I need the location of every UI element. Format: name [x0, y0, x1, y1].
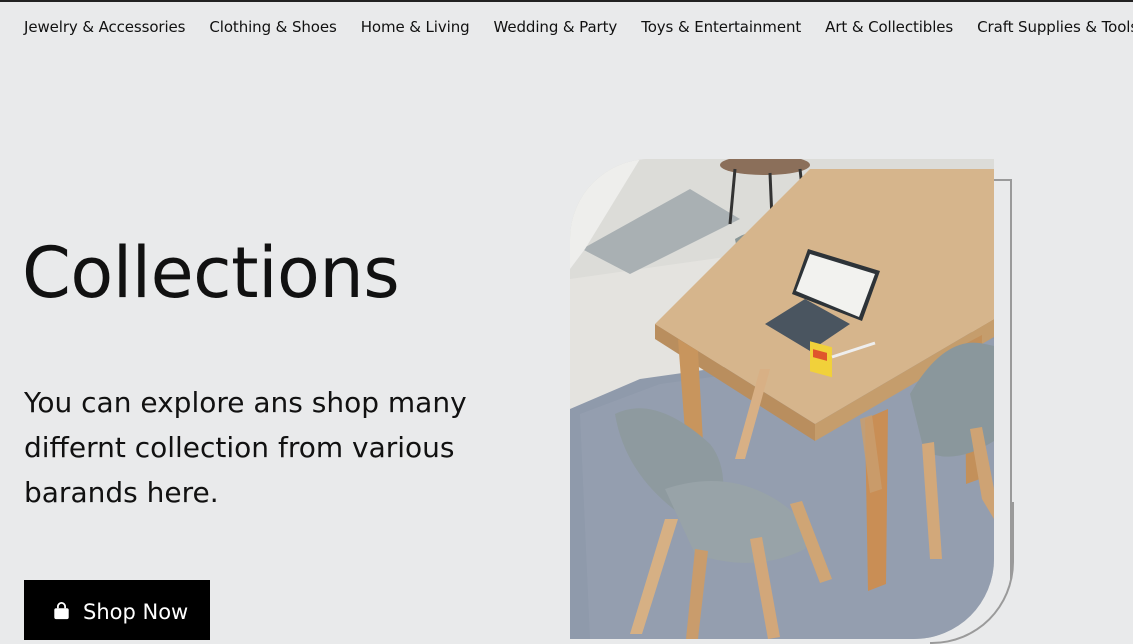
shop-now-label: Shop Now: [83, 600, 189, 624]
shop-now-button[interactable]: Shop Now: [24, 580, 210, 640]
category-nav: Jewelry & Accessories Clothing & Shoes H…: [24, 18, 1133, 36]
nav-item-art-collectibles[interactable]: Art & Collectibles: [825, 18, 953, 36]
hero-image: [570, 159, 994, 639]
dining-table-illustration: [570, 159, 994, 639]
shopping-bag-icon: [54, 602, 69, 620]
hero-description: You can explore ans shop many differnt c…: [24, 386, 467, 509]
nav-item-wedding-party[interactable]: Wedding & Party: [494, 18, 618, 36]
nav-item-jewelry-accessories[interactable]: Jewelry & Accessories: [24, 18, 186, 36]
nav-item-craft-supplies-tools[interactable]: Craft Supplies & Tools: [977, 18, 1133, 36]
nav-item-toys-entertainment[interactable]: Toys & Entertainment: [641, 18, 801, 36]
hero-title: Collections: [22, 232, 400, 314]
nav-item-home-living[interactable]: Home & Living: [361, 18, 470, 36]
nav-item-clothing-shoes[interactable]: Clothing & Shoes: [209, 18, 336, 36]
